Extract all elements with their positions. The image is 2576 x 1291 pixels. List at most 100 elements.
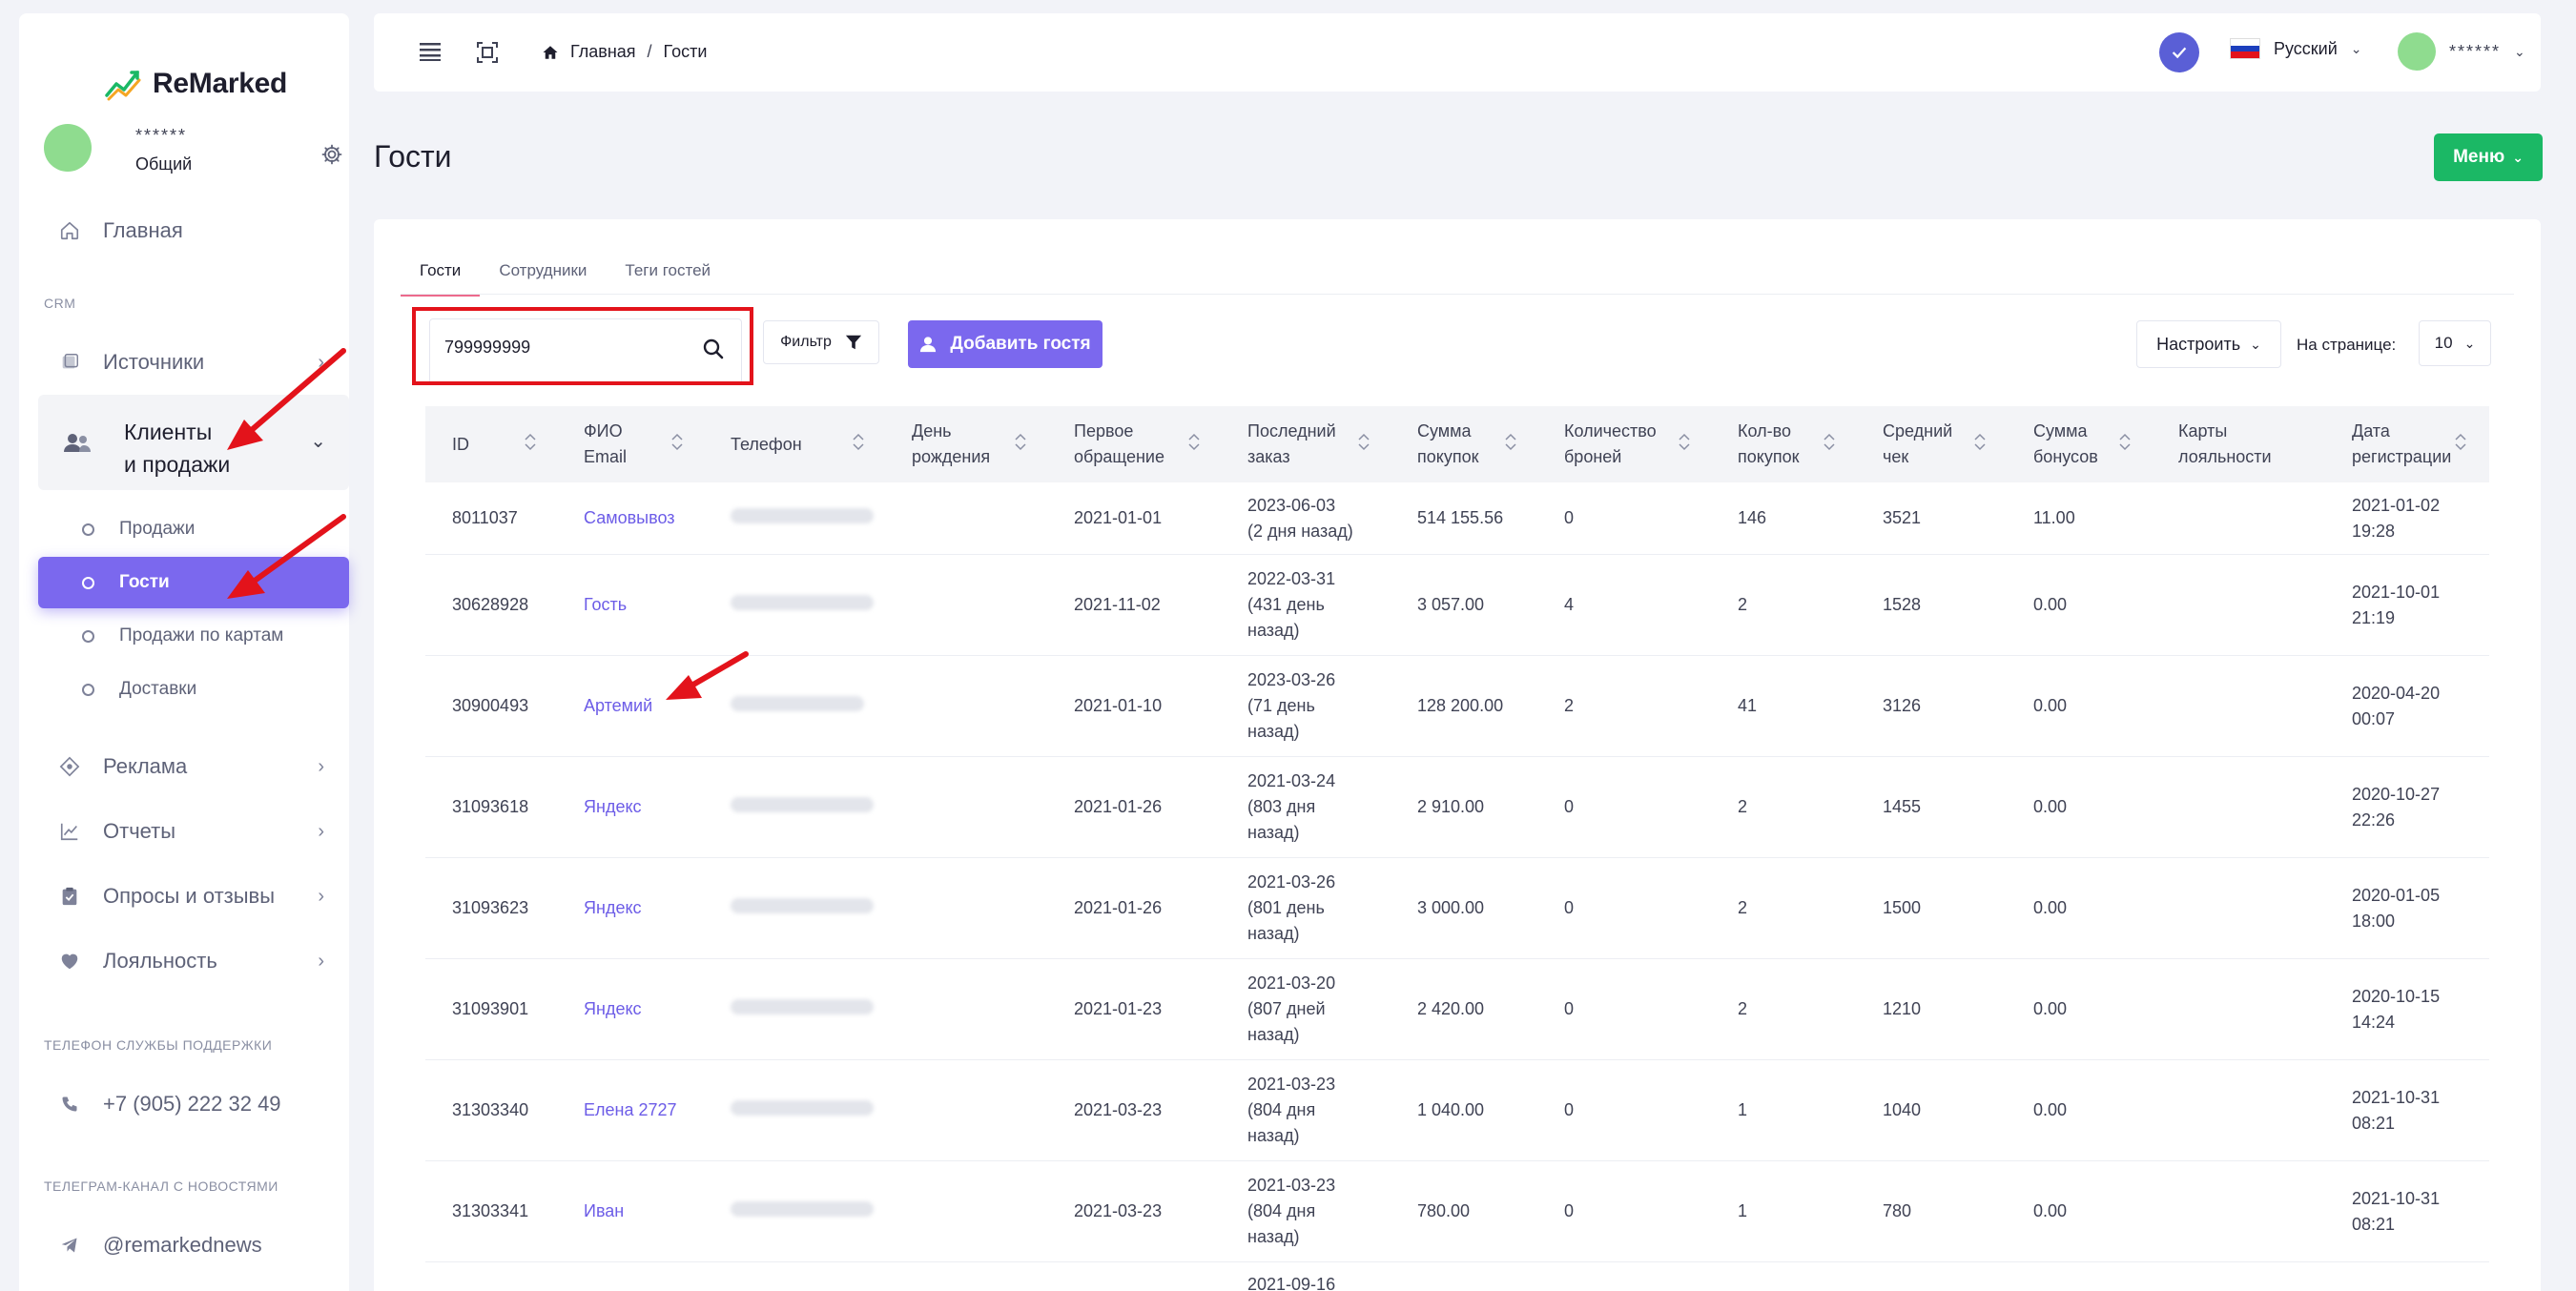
search-highlight-box <box>412 307 753 385</box>
language-selector[interactable]: Русский ⌄ <box>2230 38 2362 59</box>
sidebar-item-label: Опросы и отзывы <box>103 884 276 908</box>
sort-icon[interactable] <box>2119 433 2131 451</box>
sort-icon[interactable] <box>2455 433 2466 451</box>
column-header[interactable]: Количество броней <box>1537 406 1711 482</box>
status-check-badge[interactable] <box>2159 32 2199 72</box>
column-header-label: Кол-во покупок <box>1738 421 1800 466</box>
sort-icon[interactable] <box>1358 433 1370 451</box>
home-icon[interactable] <box>542 44 559 61</box>
column-header-label: День рождения <box>912 421 991 466</box>
sidebar-subitem-deliveries[interactable]: Доставки <box>38 664 349 715</box>
hamburger-menu-icon[interactable] <box>420 42 441 61</box>
breadcrumb-separator: / <box>647 42 652 61</box>
guest-name-link[interactable]: Яндекс <box>557 996 704 1022</box>
table-header: ID ФИО Email Телефон День рождения Первое обращ… <box>425 406 2489 482</box>
support-phone[interactable]: +7 (905) 222 32 49 <box>57 1085 343 1123</box>
column-header[interactable]: ID <box>425 406 557 482</box>
column-header-label: Последний заказ <box>1247 421 1336 466</box>
column-header[interactable]: Телефон <box>704 406 885 482</box>
column-header[interactable]: Карты лояльности <box>2152 406 2325 482</box>
guest-name-link[interactable]: Яндекс <box>557 794 704 820</box>
menu-button[interactable]: Меню ⌄ <box>2434 133 2543 181</box>
cell-sum: 2 910.00 <box>1417 797 1485 816</box>
telegram-channel[interactable]: @remarkednews <box>57 1226 343 1264</box>
language-label: Русский <box>2274 38 2338 58</box>
account-name: ****** <box>2449 41 2502 61</box>
column-header[interactable]: Последний заказ <box>1221 406 1391 482</box>
guest-name-link[interactable]: Гость <box>557 592 704 618</box>
chevron-down-icon: ⌄ <box>2250 336 2261 352</box>
column-header[interactable]: Первое обращение <box>1047 406 1221 482</box>
menu-button-label: Меню <box>2453 147 2505 167</box>
sidebar-item-loyalty[interactable]: Лояльность › <box>57 942 343 980</box>
sort-icon[interactable] <box>1015 433 1026 451</box>
sidebar-item-surveys[interactable]: Опросы и отзывы › <box>57 877 343 915</box>
cell-reg: 2021-01-02 19:28 <box>2352 495 2441 541</box>
column-header[interactable]: Сумма бонусов <box>2007 406 2152 482</box>
cell-purchases: 2 <box>1738 797 1748 816</box>
column-header[interactable]: Средний чек <box>1856 406 2007 482</box>
table-row[interactable]: 2021-09-16 <box>425 1262 2489 1291</box>
tab-employees[interactable]: Сотрудники <box>480 261 606 297</box>
account-menu[interactable]: ****** ⌄ <box>2398 32 2527 71</box>
guest-name-link[interactable]: Елена 2727 <box>557 1097 704 1123</box>
cell-bookings: 0 <box>1564 898 1575 917</box>
sort-icon[interactable] <box>1824 433 1835 451</box>
table-row[interactable]: 31093618 Яндекс 2021-01-26 2021-03-24 (803 д… <box>425 757 2489 858</box>
table-row[interactable]: 8011037 Самовывоз 2021-01-01 2023-06-03 (2 д… <box>425 482 2489 555</box>
table-row[interactable]: 31303340 Елена 2727 2021-03-23 2021-03-23 (8… <box>425 1060 2489 1161</box>
column-header[interactable]: Дата регистрации <box>2325 406 2487 482</box>
cell-id: 30900493 <box>452 696 529 715</box>
sidebar-item-ads[interactable]: Реклама › <box>57 748 343 786</box>
guest-name-link[interactable]: Яндекс <box>557 895 704 921</box>
tab-guests[interactable]: Гости <box>401 261 481 297</box>
sort-icon[interactable] <box>853 433 864 451</box>
add-guest-button[interactable]: Добавить гостя <box>908 320 1103 368</box>
column-header[interactable]: День рождения <box>885 406 1047 482</box>
guest-name-link[interactable]: Иван <box>557 1199 704 1224</box>
redacted-phone <box>731 1201 874 1217</box>
sidebar-item-reports[interactable]: Отчеты › <box>57 812 343 850</box>
table-row[interactable]: 31303341 Иван 2021-03-23 2021-03-23 (804 дня… <box>425 1161 2489 1262</box>
cell-bonus: 0.00 <box>2033 797 2068 816</box>
tab-guest-tags[interactable]: Теги гостей <box>606 261 730 297</box>
sidebar-item-home[interactable]: Главная <box>57 212 343 250</box>
sort-icon[interactable] <box>525 433 536 451</box>
column-header[interactable]: Кол-во покупок <box>1711 406 1856 482</box>
cell-bookings: 0 <box>1564 508 1575 527</box>
sidebar-item-sources[interactable]: Источники › <box>57 343 343 381</box>
avatar[interactable] <box>44 124 92 172</box>
settings-gear-icon[interactable] <box>320 143 343 166</box>
redacted-phone <box>731 696 864 711</box>
cell-purchases: 2 <box>1738 999 1748 1018</box>
sidebar-group-clients-sales[interactable]: Клиенты и продажи ⌄ <box>38 395 349 490</box>
column-header[interactable]: Сумма покупок <box>1391 406 1537 482</box>
guest-name-link[interactable]: Артемий <box>557 693 704 719</box>
filter-button[interactable]: Фильтр <box>763 320 879 364</box>
sort-icon[interactable] <box>1974 433 1986 451</box>
table-row[interactable]: 30900493 Артемий 2021-01-10 2023-03-26 (71 д… <box>425 656 2489 757</box>
cell-bookings: 4 <box>1564 595 1575 614</box>
cell-bonus: 0.00 <box>2033 595 2068 614</box>
fullscreen-icon[interactable] <box>477 42 498 63</box>
per-page-select[interactable]: 10 ⌄ <box>2419 320 2491 366</box>
table-row[interactable]: 31093623 Яндекс 2021-01-26 2021-03-26 (801 д… <box>425 858 2489 959</box>
chevron-down-icon: ⌄ <box>2350 40 2362 56</box>
sidebar-subitem-sales[interactable]: Продажи <box>38 503 349 555</box>
table-row[interactable]: 31093901 Яндекс 2021-01-23 2021-03-20 (807 д… <box>425 959 2489 1060</box>
configure-button[interactable]: Настроить ⌄ <box>2136 320 2281 368</box>
cell-reg: 2020-04-20 00:07 <box>2352 683 2441 728</box>
guest-name-link[interactable]: Самовывоз <box>557 505 704 531</box>
table-row[interactable]: 30628928 Гость 2021-11-02 2022-03-31 (431 де… <box>425 555 2489 656</box>
sort-icon[interactable] <box>671 433 683 451</box>
app-logo[interactable]: ReMarked <box>105 65 287 103</box>
sidebar-subitem-guests[interactable]: Гости <box>38 557 349 608</box>
app-name: ReMarked <box>153 68 287 99</box>
sort-icon[interactable] <box>1505 433 1516 451</box>
sidebar-subitem-card-sales[interactable]: Продажи по картам <box>38 610 349 662</box>
column-header[interactable]: ФИО Email <box>557 406 704 482</box>
sort-icon[interactable] <box>1679 433 1690 451</box>
breadcrumb-home[interactable]: Главная <box>570 42 636 62</box>
sort-icon[interactable] <box>1188 433 1200 451</box>
users-icon <box>64 434 91 452</box>
